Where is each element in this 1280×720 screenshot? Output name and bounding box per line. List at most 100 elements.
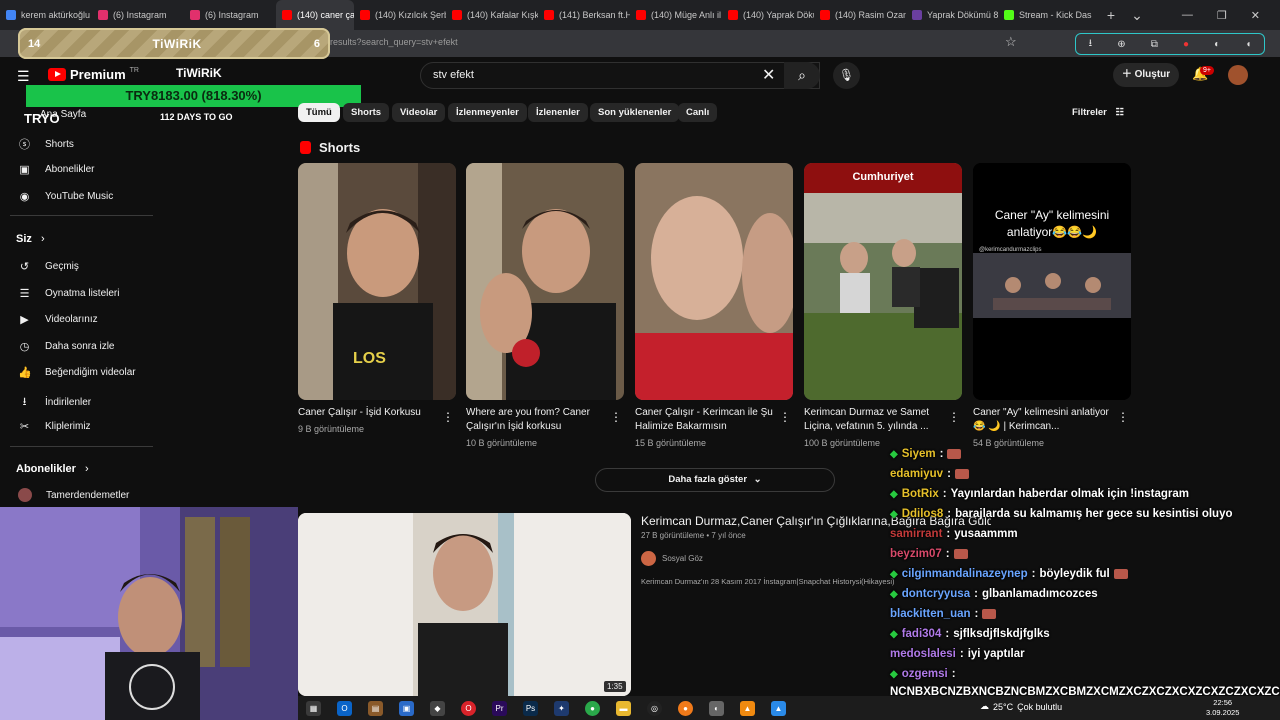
more-options-icon[interactable]: ⋮: [442, 410, 454, 424]
bookmark-star-icon[interactable]: ☆: [1005, 34, 1017, 50]
tiwirik-progress-bar: 14 TiWiRiK 6: [18, 28, 330, 59]
channel-link[interactable]: Sosyal Göz: [641, 551, 703, 566]
sidebar-you-heading[interactable]: Siz ›: [16, 233, 45, 245]
create-button[interactable]: ＋ Oluştur: [1113, 63, 1179, 87]
sidebar-item-clips[interactable]: ✂ Kliplerimiz: [18, 420, 91, 433]
filter-chip[interactable]: Canlı: [678, 103, 718, 122]
window-controls: — ❐ ✕: [1182, 9, 1280, 22]
short-thumbnail[interactable]: [466, 163, 624, 400]
new-tab-button[interactable]: +: [1098, 7, 1124, 23]
system-clock[interactable]: 22:56 3.09.2025: [1206, 698, 1239, 718]
short-thumbnail[interactable]: [635, 163, 793, 400]
browser-tab[interactable]: (140) Rasim Ozan: [814, 0, 906, 30]
chat-separator: :: [946, 528, 951, 540]
more-options-icon[interactable]: ⋮: [610, 410, 622, 424]
file-explorer-icon[interactable]: ▬: [616, 700, 631, 716]
search-input[interactable]: [420, 62, 820, 89]
sidebar-item-youtube-music[interactable]: ◉ YouTube Music: [18, 190, 114, 203]
tab-search-chevron-icon[interactable]: ⌄: [1124, 7, 1150, 24]
voice-search-button[interactable]: 🎙: [833, 62, 860, 89]
taskbar-app-icon[interactable]: ▦: [306, 700, 321, 716]
short-title[interactable]: Caner "Ay" kelimesini anlatiyor😂 🌙 | Ker…: [973, 406, 1113, 434]
short-thumbnail[interactable]: Cumhuriyet: [804, 163, 962, 400]
sidebar-item-home[interactable]: Ana Sayfa: [40, 109, 86, 120]
browser-tab[interactable]: Stream - Kick Das: [998, 0, 1098, 30]
sidebar-item-history[interactable]: ↺ Geçmiş: [18, 260, 79, 273]
short-title[interactable]: Caner Çalışır - İşid Korkusu: [298, 406, 438, 420]
short-title[interactable]: Kerimcan Durmaz ve Samet Liçina, vefatın…: [804, 406, 944, 434]
sidebar-item-downloads[interactable]: ⭳ İndirilenler: [18, 393, 92, 412]
audio-icon[interactable]: ◖: [1245, 39, 1251, 50]
taskbar-app-icon[interactable]: ▲: [771, 700, 786, 716]
filter-chip[interactable]: Videolar: [392, 103, 446, 122]
chat-text: sjflksdjflskdjfglks: [953, 628, 1050, 640]
more-options-icon[interactable]: ⋮: [1117, 410, 1129, 424]
short-thumbnail[interactable]: LOS: [298, 163, 456, 400]
more-options-icon[interactable]: ⋮: [779, 410, 791, 424]
browser-tab[interactable]: (6) Instagram: [184, 0, 276, 30]
short-title[interactable]: Caner Çalışır - Kerimcan ile Şu Halimize…: [635, 406, 775, 434]
sidebar-subscriptions-heading[interactable]: Abonelikler ›: [16, 463, 89, 475]
browser-tab[interactable]: (6) Instagram: [92, 0, 184, 30]
short-views: 100 B görüntüleme: [804, 438, 881, 448]
search-button[interactable]: ⌕: [784, 62, 820, 89]
filter-chip[interactable]: Son yüklenenler: [590, 103, 680, 122]
adblock-icon[interactable]: ●: [1183, 39, 1189, 50]
filter-chip[interactable]: İzlenenler: [528, 103, 588, 122]
filter-chip[interactable]: İzlenmeyenler: [448, 103, 527, 122]
browser-tab[interactable]: (141) Berksan ft.H: [538, 0, 630, 30]
taskbar-app-icon[interactable]: ▤: [368, 700, 383, 716]
video-thumbnail[interactable]: [298, 513, 631, 696]
sidebar-item-your-videos[interactable]: ▶ Videolarınız: [18, 313, 97, 326]
extension-icon[interactable]: ⊕: [1117, 39, 1125, 50]
hamburger-menu-icon[interactable]: ☰: [17, 68, 30, 85]
close-window-button[interactable]: ✕: [1251, 9, 1260, 22]
filters-button[interactable]: Filtreler ☷: [1072, 107, 1124, 118]
minimize-button[interactable]: —: [1182, 9, 1193, 22]
youtube-logo[interactable]: Premium TR: [48, 67, 139, 82]
sidebar-item-subscriptions[interactable]: ▣ Abonelikler: [18, 163, 94, 176]
short-title[interactable]: Where are you from? Caner Çalışır'ın İşi…: [466, 406, 606, 434]
obs-icon[interactable]: ◎: [647, 700, 662, 716]
weather-widget[interactable]: ☁ 25°C Çok bulutlu: [980, 701, 1062, 712]
show-more-button[interactable]: Daha fazla göster ⌄: [595, 468, 835, 492]
browser-tab[interactable]: (140) Yaprak Dökü: [722, 0, 814, 30]
browser-tab[interactable]: (140) Kafalar Kışk: [446, 0, 538, 30]
opera-icon[interactable]: O: [461, 700, 476, 716]
premiere-icon[interactable]: Pr: [492, 700, 507, 716]
profile-icon[interactable]: ◐: [1214, 39, 1220, 50]
chrome-icon[interactable]: ●: [585, 700, 600, 716]
chat-username: cilginmandalinazeynep: [901, 568, 1028, 580]
browser-tab[interactable]: (140) Müge Anlı il: [630, 0, 722, 30]
short-thumbnail[interactable]: Caner "Ay" kelimesini anlatiyor😂😂🌙 @keri…: [973, 163, 1131, 400]
sidebar-item-playlists[interactable]: ☰ Oynatma listeleri: [18, 287, 120, 300]
sidebar-item-subscription[interactable]: Tamerdendemetler: [18, 488, 129, 502]
more-options-icon[interactable]: ⋮: [948, 410, 960, 424]
sidebar-item-shorts[interactable]: ⓢ Shorts: [18, 136, 74, 152]
sidebar-item-watch-later[interactable]: ◷ Daha sonra izle: [18, 340, 115, 353]
taskbar-app-icon[interactable]: ✦: [554, 700, 569, 716]
outlook-icon[interactable]: O: [337, 700, 352, 716]
browser-tab[interactable]: Yaprak Dökümü 8: [906, 0, 998, 30]
browser-tab[interactable]: (140) caner çal✕: [276, 0, 354, 30]
browser-tab[interactable]: kerem aktürkoğlu: [0, 0, 92, 30]
clear-search-icon[interactable]: ✕: [762, 65, 775, 85]
filter-chip[interactable]: Tümü: [298, 103, 340, 122]
taskbar-app-icon[interactable]: ◐: [709, 700, 724, 716]
download-icon[interactable]: ⭳: [1089, 36, 1093, 53]
browser-tab[interactable]: (140) Kızılcık Şerb: [354, 0, 446, 30]
restore-button[interactable]: ❐: [1217, 9, 1227, 22]
taskbar-app-icon[interactable]: ▣: [399, 700, 414, 716]
chat-separator: :: [951, 668, 956, 680]
taskbar-app-icon[interactable]: ◆: [430, 700, 445, 716]
address-bar[interactable]: results?search_query=stv+efekt: [330, 37, 458, 47]
search-value[interactable]: stv efekt: [433, 69, 474, 81]
tiwirik-logo: TiWiRiK: [176, 66, 222, 80]
photoshop-icon[interactable]: Ps: [523, 700, 538, 716]
vlc-icon[interactable]: ▲: [740, 700, 755, 716]
firefox-icon[interactable]: ●: [678, 700, 693, 716]
filter-chip[interactable]: Shorts: [343, 103, 390, 122]
avatar[interactable]: [1228, 65, 1248, 85]
sidebar-item-liked-videos[interactable]: 👍 Beğendiğim videolar: [18, 366, 136, 379]
puzzle-icon[interactable]: ⧉: [1151, 39, 1158, 50]
